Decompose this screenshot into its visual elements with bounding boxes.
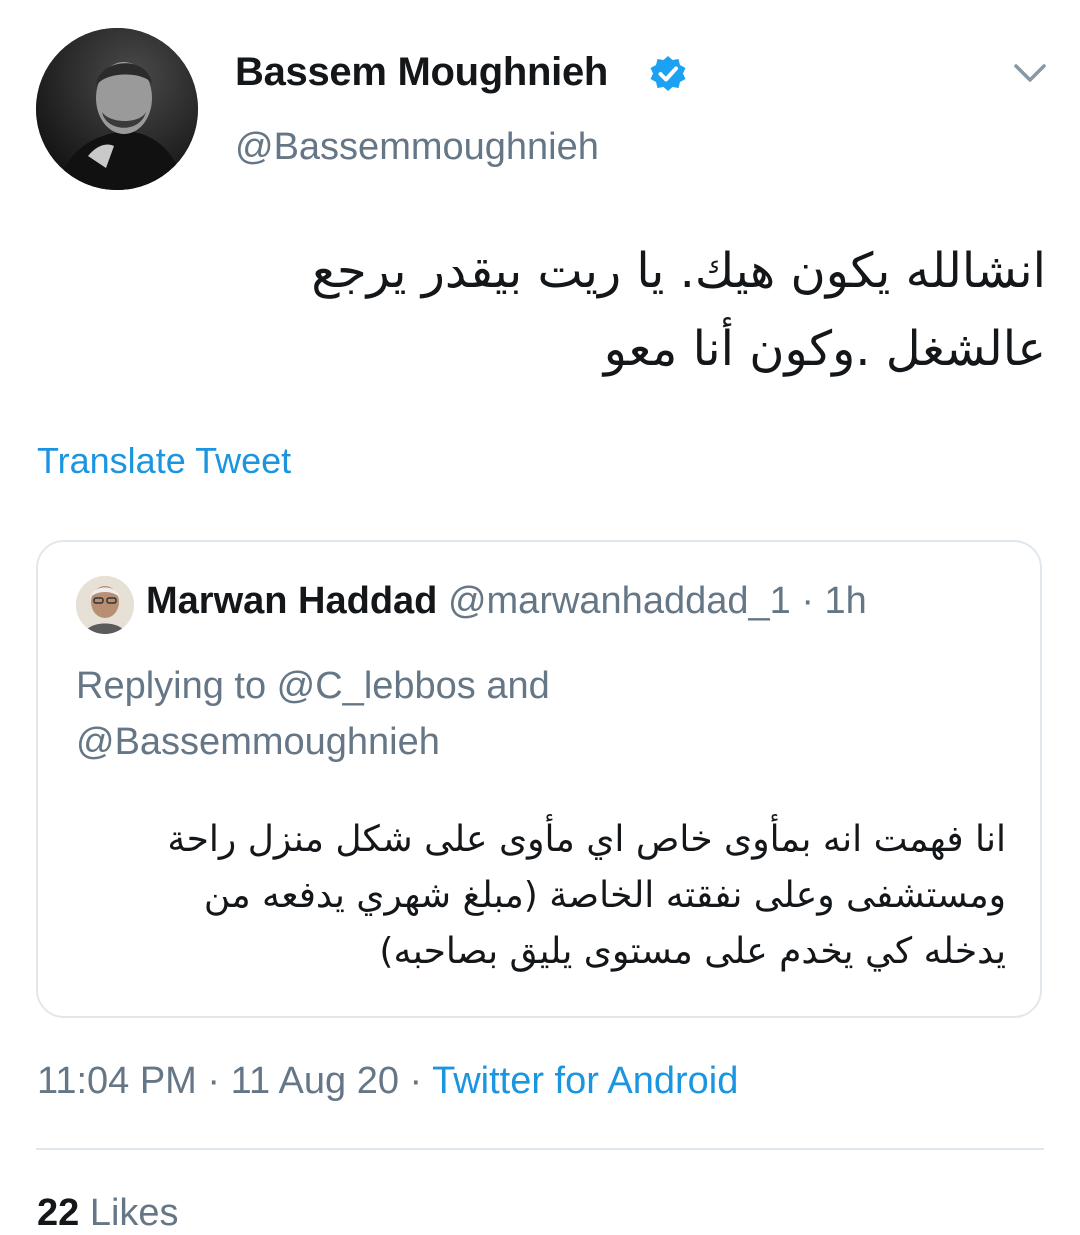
quoted-replying-to: Replying to @C_lebbos and @Bassemmoughni… (76, 658, 996, 770)
tweet-text-line: عالشغل .وكون أنا معو (603, 321, 1046, 377)
divider (36, 1148, 1044, 1150)
likes-label: Likes (89, 1192, 179, 1234)
replying-to-line: Replying to @C_lebbos and (76, 665, 550, 707)
author-handle[interactable]: @Bassemmoughnieh (235, 126, 599, 169)
translate-tweet-link[interactable]: Translate Tweet (37, 440, 291, 482)
likes-count: 22 (37, 1192, 80, 1234)
quoted-author-avatar (76, 576, 134, 634)
quoted-separator: · (801, 580, 814, 622)
quoted-timestamp: 1h (824, 580, 867, 622)
replying-to-line: @Bassemmoughnieh (76, 721, 440, 763)
quoted-tweet-text: انا فهمت انه بمأوى خاص اي مأوى على شكل م… (98, 812, 1006, 980)
quoted-text-line: يدخله كي يخدم على مستوى يليق بصاحبه) (379, 931, 1006, 972)
verified-badge-icon (650, 56, 686, 91)
tweet-text: انشالله يكون هيك. يا ريت بيقدر يرجع عالش… (36, 232, 1046, 388)
quoted-tweet-card[interactable]: Marwan Haddad @marwanhaddad_1 · 1h Reply… (36, 540, 1042, 1018)
chevron-down-icon[interactable] (1010, 56, 1050, 92)
quoted-author-name: Marwan Haddad (146, 580, 438, 622)
quoted-text-line: انا فهمت انه بمأوى خاص اي مأوى على شكل م… (167, 819, 1006, 860)
author-display-name[interactable]: Bassem Moughnieh (235, 50, 608, 95)
quoted-author-handle: @marwanhaddad_1 (447, 580, 791, 622)
meta-separator: · (207, 1060, 221, 1102)
tweet-meta: 11:04 PM · 11 Aug 20 · Twitter for Andro… (37, 1060, 738, 1103)
author-avatar[interactable] (36, 28, 198, 190)
tweet-date: 11 Aug 20 (230, 1060, 399, 1102)
meta-separator: · (409, 1060, 423, 1102)
tweet-time: 11:04 PM (37, 1060, 197, 1102)
tweet-text-line: انشالله يكون هيك. يا ريت بيقدر يرجع (311, 243, 1046, 299)
likes-count-link[interactable]: 22 Likes (37, 1192, 179, 1235)
tweet-source-link[interactable]: Twitter for Android (432, 1060, 738, 1102)
quoted-text-line: ومستشفى وعلى نفقته الخاصة (مبلغ شهري يدف… (203, 875, 1006, 916)
quoted-tweet-header: Marwan Haddad @marwanhaddad_1 · 1h (146, 580, 867, 623)
